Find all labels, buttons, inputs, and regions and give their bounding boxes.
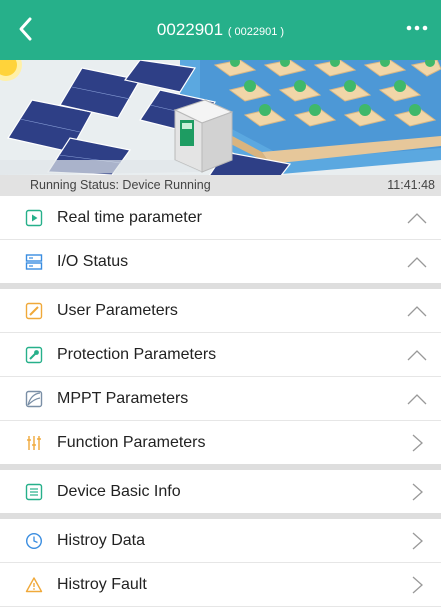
menu-item-label: Real time parameter <box>57 209 202 226</box>
menu-item-user-parameters[interactable]: User Parameters <box>0 289 441 333</box>
menu-item-io-status[interactable]: I/O Status <box>0 240 441 289</box>
chevron-up-icon <box>407 257 427 268</box>
chevron-up-icon <box>407 350 427 361</box>
sliders-icon <box>27 436 41 450</box>
menu-item-label: I/O Status <box>57 253 129 270</box>
menu-item-label: Device Basic Info <box>57 483 181 500</box>
chevron-right-icon <box>412 576 423 594</box>
parameter-menu: Real time parameter I/O Status User Para… <box>0 196 441 607</box>
solar-pump-illustration <box>0 60 441 175</box>
menu-item-history-data[interactable]: Histroy Data <box>0 519 441 563</box>
play-box-icon <box>25 209 43 227</box>
chevron-right-icon <box>412 483 423 501</box>
menu-item-label: Protection Parameters <box>57 346 217 363</box>
edit-icon <box>25 302 43 320</box>
chevron-up-icon <box>407 394 427 405</box>
list-icon <box>25 483 43 501</box>
menu-item-history-fault[interactable]: Histroy Fault <box>0 563 441 607</box>
illustration-art <box>0 60 441 175</box>
running-status-bar: Running Status: Device Running 11:41:48 <box>0 175 441 196</box>
chevron-right-icon <box>412 532 423 550</box>
menu-item-real-time-parameter[interactable]: Real time parameter <box>0 196 441 240</box>
menu-item-protection-parameters[interactable]: Protection Parameters <box>0 333 441 377</box>
status-time: 11:41:48 <box>387 178 435 192</box>
clock-icon <box>25 532 43 550</box>
chevron-up-icon <box>407 306 427 317</box>
page-title: 0022901 ( 0022901 ) <box>0 18 441 44</box>
menu-item-mppt-parameters[interactable]: MPPT Parameters <box>0 377 441 421</box>
device-id-title: 0022901 <box>156 20 224 39</box>
running-status-label: Running Status: Device Running <box>30 178 211 192</box>
warning-icon <box>25 577 43 593</box>
chevron-up-icon <box>407 213 427 224</box>
app-header: 0022901 ( 0022901 ) <box>0 0 441 60</box>
more-dots-icon[interactable] <box>403 16 431 40</box>
menu-item-device-basic-info[interactable]: Device Basic Info <box>0 470 441 519</box>
menu-item-label: MPPT Parameters <box>57 390 189 407</box>
server-icon <box>25 254 43 270</box>
menu-item-function-parameters[interactable]: Function Parameters <box>0 421 441 470</box>
menu-item-label: Histroy Fault <box>57 576 147 593</box>
device-id-subtitle: ( 0022901 ) <box>227 26 285 38</box>
chevron-right-icon <box>412 434 423 452</box>
chart-icon <box>25 390 43 408</box>
menu-item-label: Histroy Data <box>57 532 146 549</box>
wrench-icon <box>25 346 43 364</box>
menu-item-label: Function Parameters <box>57 434 206 451</box>
menu-item-label: User Parameters <box>57 302 178 319</box>
